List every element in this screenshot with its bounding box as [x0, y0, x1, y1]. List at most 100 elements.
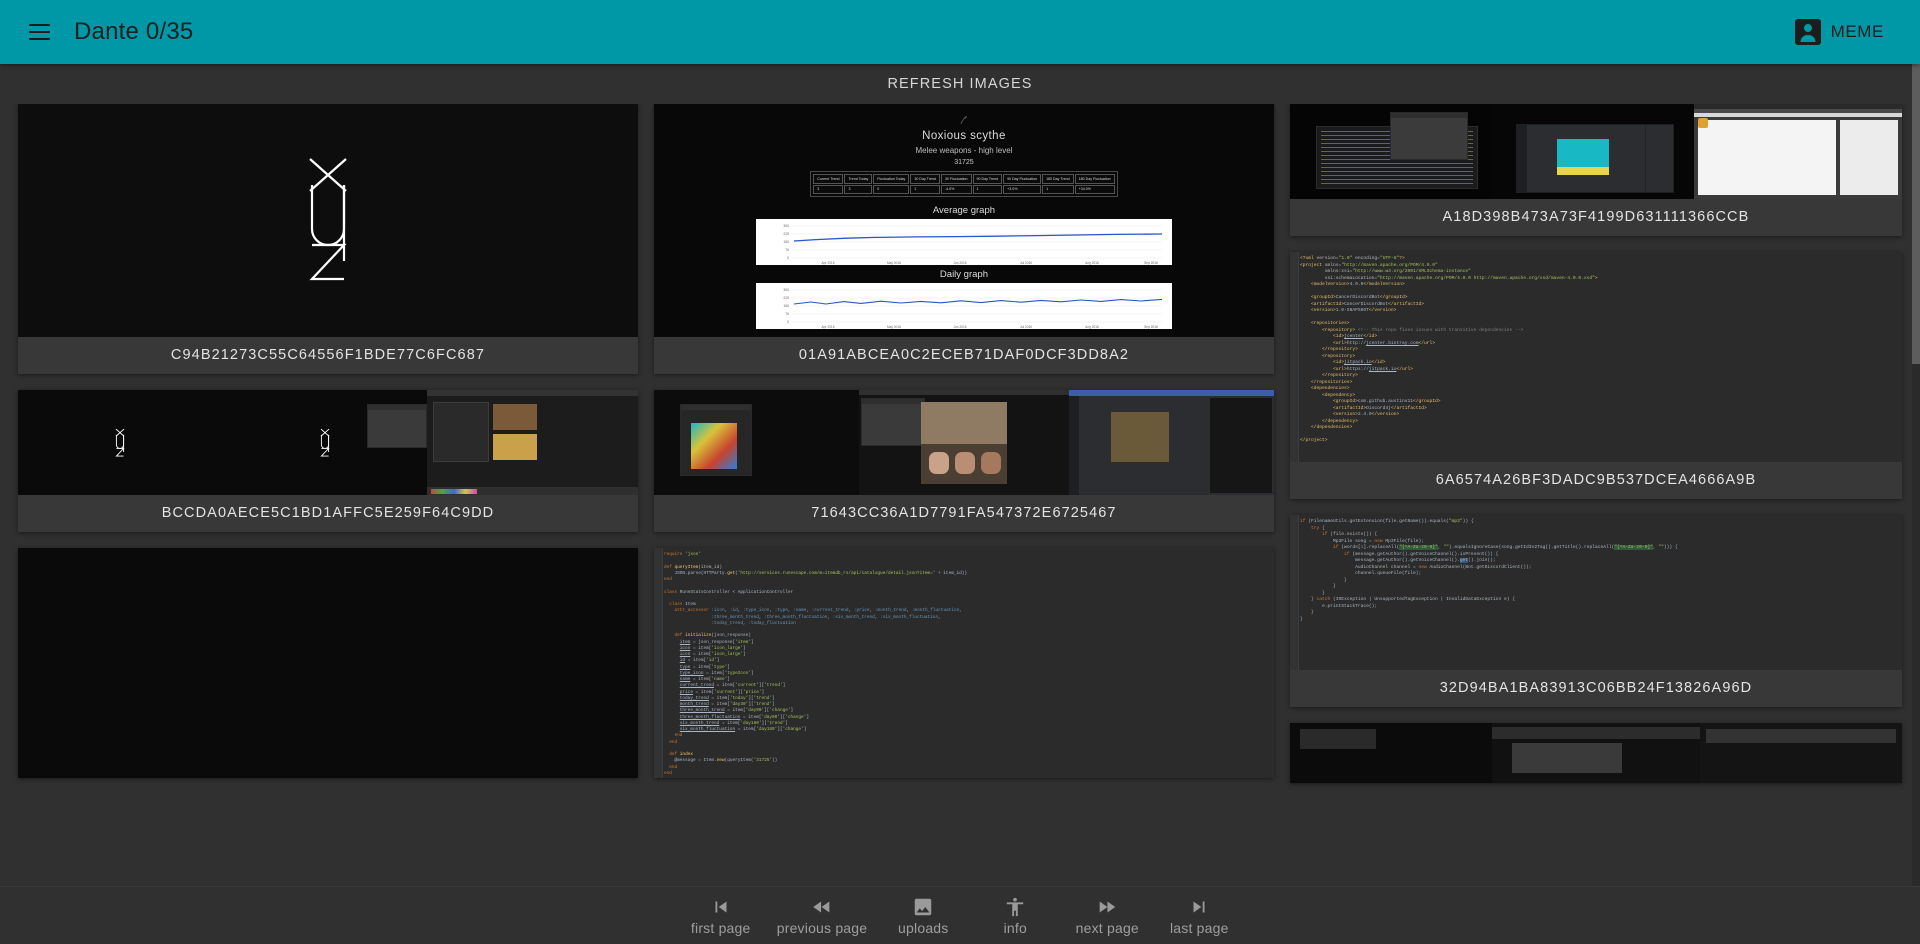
skip-next-icon — [1188, 896, 1210, 918]
xyz-monogram-icon — [320, 428, 330, 456]
stats-column: 180 Day Fluctuation +34.0% — [1074, 174, 1115, 194]
nav-last-page[interactable]: last page — [1153, 892, 1245, 940]
card-hash-label: 6A6574A26BF3DADC9B537DCEA4666A9B — [1289, 462, 1902, 499]
item-stats-table: Current Trend 3 Trend Today 3 Fluctuation … — [810, 171, 1118, 197]
image-card[interactable]: Noxious scythe Melee weapons - high leve… — [653, 104, 1274, 374]
xyz-monogram-icon — [309, 157, 347, 280]
svg-text:May 2016: May 2016 — [887, 325, 901, 329]
stats-value: 0 — [873, 184, 910, 194]
image-grid-scroll-area[interactable]: C94B21273C55C64556F1BDE77C6FC687 BCCDA0A… — [0, 104, 1920, 886]
skip-previous-icon — [710, 896, 732, 918]
stats-column: 30 Fluctuation -4.0% — [940, 174, 972, 194]
card-thumbnail[interactable]: if (FilenameUtils.getExtension(file.getN… — [1289, 515, 1902, 670]
stats-value: 3 — [813, 184, 844, 194]
nav-label: info — [1003, 919, 1027, 936]
card-thumbnail[interactable] — [1289, 104, 1902, 199]
stats-column: 90 Day Fluctuation +3.0% — [1003, 174, 1042, 194]
runescape-price-page: Noxious scythe Melee weapons - high leve… — [653, 104, 1274, 337]
nav-label: next page — [1075, 919, 1139, 936]
card-thumbnail[interactable]: require 'json' def queryItem(item_id) JS… — [653, 548, 1274, 778]
svg-text:Aug 2016: Aug 2016 — [1085, 325, 1099, 329]
image-card[interactable]: BCCDA0AECE5C1BD1AFFC5E259F64C9DD — [18, 390, 638, 532]
image-card[interactable] — [1289, 723, 1902, 783]
stats-header: Fluctuation Today — [873, 174, 910, 184]
image-card[interactable] — [18, 548, 638, 778]
stats-value: 1 — [910, 184, 940, 194]
nav-uploads[interactable]: uploads — [877, 892, 969, 940]
grid-column-3: A18D398B473A73F4199D631111366CCB <?xml v… — [1289, 104, 1902, 783]
editor-gutter — [1289, 252, 1299, 462]
nav-label: last page — [1169, 919, 1229, 936]
card-thumbnail[interactable] — [18, 390, 638, 495]
nav-first-page[interactable]: first page — [675, 892, 767, 940]
svg-text:Apr 2016: Apr 2016 — [821, 325, 834, 329]
refresh-images-button[interactable]: REFRESH IMAGES — [873, 70, 1046, 98]
nav-label: uploads — [898, 919, 949, 936]
stats-header: Trend Today — [844, 174, 873, 184]
stats-header: Current Trend — [813, 174, 844, 184]
editor-gutter — [1289, 515, 1299, 670]
stats-column: Current Trend 3 — [813, 174, 844, 194]
stats-header: 30 Day Trend — [910, 174, 940, 184]
svg-text:May 2016: May 2016 — [887, 261, 901, 265]
scythe-sprite-icon — [960, 115, 968, 124]
daily-graph-label: Daily graph — [939, 269, 988, 280]
stats-column: 30 Day Trend 1 — [910, 174, 940, 194]
refresh-bar: REFRESH IMAGES — [0, 64, 1920, 104]
daily-graph: 300 225 150 75 0 Apr 2016 May 2016 Jun 2016 J… — [755, 283, 1172, 329]
image-card[interactable]: require 'json' def queryItem(item_id) JS… — [653, 548, 1274, 778]
image-card[interactable]: <?xml version="1.0" encoding="UTF-8"?> <… — [1289, 252, 1902, 499]
stats-column: 90 Day Trend 1 — [972, 174, 1003, 194]
svg-text:300: 300 — [783, 224, 789, 228]
stats-header: 180 Day Fluctuation — [1074, 174, 1115, 184]
grid-column-1: C94B21273C55C64556F1BDE77C6FC687 BCCDA0A… — [18, 104, 638, 778]
card-thumbnail[interactable] — [18, 548, 638, 778]
card-thumbnail[interactable] — [1289, 723, 1902, 783]
hamburger-menu-icon[interactable] — [22, 15, 56, 49]
app-bar: Dante 0/35 MEME — [0, 0, 1920, 64]
stats-value: 1 — [1042, 184, 1074, 194]
svg-text:Apr 2016: Apr 2016 — [821, 261, 834, 265]
account-box-icon — [1794, 19, 1821, 45]
nav-info[interactable]: info — [969, 892, 1061, 940]
fast-forward-icon — [1096, 896, 1118, 918]
svg-text:Aug 2016: Aug 2016 — [1085, 261, 1099, 265]
image-card[interactable]: C94B21273C55C64556F1BDE77C6FC687 — [18, 104, 638, 374]
image-icon — [912, 896, 934, 918]
svg-text:0: 0 — [787, 256, 789, 260]
svg-text:Jun 2016: Jun 2016 — [953, 261, 966, 265]
account-button[interactable]: MEME — [1794, 19, 1898, 45]
svg-text:225: 225 — [783, 232, 789, 236]
java-source-code: if (FilenameUtils.getExtension(file.getN… — [1289, 515, 1902, 670]
stats-column: 180 Day Trend 1 — [1042, 174, 1074, 194]
desktop-screenshot — [1289, 723, 1902, 783]
svg-text:Sep 2016: Sep 2016 — [1144, 261, 1158, 265]
image-card[interactable]: 71643CC36A1D7791FA547372E6725467 — [653, 390, 1274, 532]
nav-label: previous page — [776, 919, 868, 936]
nav-previous-page[interactable]: previous page — [767, 892, 878, 940]
stats-header: 90 Day Trend — [972, 174, 1003, 184]
nav-next-page[interactable]: next page — [1061, 892, 1153, 940]
image-card[interactable]: A18D398B473A73F4199D631111366CCB — [1289, 104, 1902, 236]
average-graph: 300 225 150 75 0 Apr 2016 May 2016 Jun 2016 J… — [755, 219, 1172, 265]
stats-header: 90 Day Fluctuation — [1003, 174, 1042, 184]
card-thumbnail[interactable]: <?xml version="1.0" encoding="UTF-8"?> <… — [1289, 252, 1902, 462]
card-hash-label: 01A91ABCEA0C2ECEB71DAF0DCF3DD8A2 — [653, 337, 1274, 374]
stats-value: +3.0% — [1003, 184, 1042, 194]
card-hash-label: 32D94BA1BA83913C06BB24F13826A96D — [1289, 670, 1902, 707]
stats-value: 1 — [972, 184, 1003, 194]
accessibility-icon — [1004, 896, 1026, 918]
svg-text:75: 75 — [785, 248, 789, 252]
svg-text:Jul 2016: Jul 2016 — [1020, 261, 1032, 265]
card-thumbnail[interactable] — [653, 390, 1274, 495]
account-label: MEME — [1830, 22, 1884, 41]
desktop-screenshot — [18, 390, 638, 495]
xyz-monogram-icon — [115, 428, 125, 456]
card-thumbnail[interactable]: Noxious scythe Melee weapons - high leve… — [653, 104, 1274, 337]
stats-column: Trend Today 3 — [844, 174, 873, 194]
image-card[interactable]: if (FilenameUtils.getExtension(file.getN… — [1289, 515, 1902, 707]
card-thumbnail[interactable] — [18, 104, 638, 337]
nav-label: first page — [690, 919, 751, 936]
monitor-right — [427, 390, 638, 495]
stats-value: -4.0% — [940, 184, 972, 194]
